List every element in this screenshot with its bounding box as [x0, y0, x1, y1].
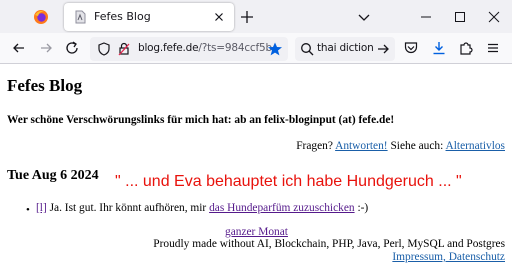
- plus-icon[interactable]: [239, 9, 255, 25]
- tab-title: Fefes Blog: [94, 10, 151, 23]
- tab-close-icon[interactable]: [211, 9, 227, 25]
- page-content: Fefes Blog Wer schöne Verschwörungslinks…: [0, 64, 512, 273]
- tagline: Wer schöne Verschwörungslinks für mich h…: [7, 114, 395, 126]
- footer-text: Proudly made without AI, Blockchain, PHP…: [153, 238, 505, 250]
- arrow-right-icon[interactable]: [38, 40, 54, 56]
- download-icon[interactable]: [431, 40, 447, 56]
- post-link[interactable]: das Hundeparfüm zuzuschicken: [209, 202, 355, 214]
- minimize-icon[interactable]: [418, 9, 434, 25]
- header-links: Fragen? Antworten! Siehe auch: Alternati…: [296, 140, 505, 152]
- imprint-link[interactable]: Impressum, Datenschutz: [392, 251, 505, 263]
- search-go-arrow-icon[interactable]: [375, 41, 391, 57]
- star-icon[interactable]: [267, 41, 283, 57]
- list-item: [l] Ja. Ist gut. Ihr könnt aufhören, mir…: [36, 202, 368, 214]
- imprint-line: Impressum, Datenschutz: [392, 251, 505, 263]
- hamburger-menu-icon[interactable]: [485, 40, 501, 56]
- post-text: Ja. Ist gut. Ihr könnt aufhören, mir: [49, 202, 207, 214]
- tab-fefes-blog[interactable]: Fefes Blog: [64, 3, 234, 31]
- alternatives-link[interactable]: Alternativlos: [446, 140, 505, 152]
- url-path: /?ts=984ccf5b: [198, 42, 272, 54]
- blog-title: Fefes Blog: [7, 76, 83, 95]
- links-prefix: Fragen?: [296, 140, 333, 152]
- maximize-icon[interactable]: [452, 9, 468, 25]
- list-bullet: •: [26, 204, 30, 216]
- pocket-icon[interactable]: [403, 40, 419, 56]
- links-middle: Siehe auch:: [390, 140, 444, 152]
- post-suffix: :-): [357, 202, 369, 214]
- firefox-logo-icon[interactable]: [33, 9, 49, 25]
- search-input[interactable]: thai diction: [317, 42, 374, 54]
- search-bar[interactable]: thai diction: [295, 37, 395, 61]
- reload-icon[interactable]: [64, 40, 80, 56]
- url-host: blog.fefe.de: [138, 42, 199, 54]
- page-favicon-icon: [75, 10, 86, 24]
- arrow-left-icon[interactable]: [11, 40, 27, 56]
- month-link[interactable]: ganzer Monat: [225, 226, 288, 238]
- url-text[interactable]: blog.fefe.de/?ts=984ccf5b: [138, 42, 272, 54]
- puzzle-icon[interactable]: [458, 40, 474, 56]
- tab-strip: Fefes Blog: [0, 0, 512, 33]
- url-bar[interactable]: blog.fefe.de/?ts=984ccf5b: [90, 37, 288, 61]
- close-window-icon[interactable]: [486, 9, 502, 25]
- lock-icon[interactable]: [116, 41, 132, 57]
- answers-link[interactable]: Antworten!: [335, 140, 388, 152]
- search-icon: [301, 43, 314, 56]
- chevron-down-icon[interactable]: [356, 9, 372, 25]
- navigation-toolbar: blog.fefe.de/?ts=984ccf5b thai diction: [0, 33, 512, 64]
- quote-annotation: " ... und Eva behauptet ich habe Hundger…: [115, 173, 462, 190]
- shield-icon[interactable]: [96, 41, 112, 57]
- post-date: Tue Aug 6 2024: [7, 168, 99, 183]
- post-permalink[interactable]: [l]: [36, 202, 47, 214]
